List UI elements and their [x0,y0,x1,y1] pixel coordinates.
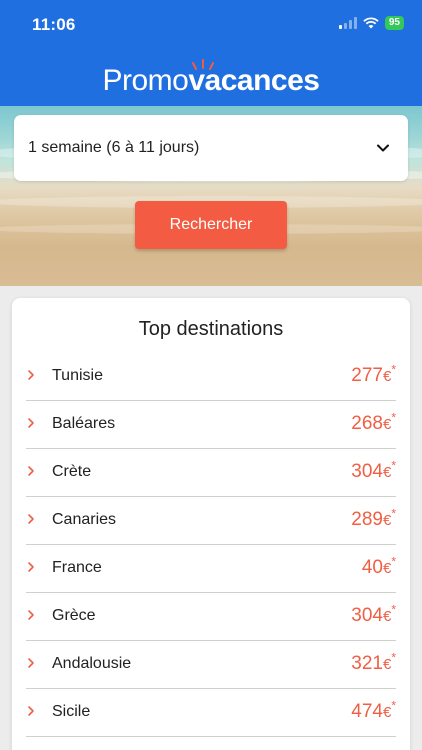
chevron-right-icon [28,706,34,716]
destination-name: Andalousie [52,655,132,672]
destination-name: Canaries [52,511,117,528]
price-amount: 304 [351,461,383,482]
price-asterisk: * [391,698,396,713]
price-amount: 277 [351,365,383,386]
destination-row[interactable]: Canaries 289€* [26,497,396,545]
price-amount: 474 [351,701,383,722]
wifi-icon [363,17,379,29]
destination-price: 474€* [351,698,396,723]
destination-row[interactable]: Grèce 304€* [26,593,396,641]
chevron-right-icon [28,370,34,380]
price-asterisk: * [391,650,396,665]
destination-price: 40€* [361,554,396,579]
price-asterisk: * [391,362,396,377]
price-asterisk: * [391,554,396,569]
cellular-signal-icon [338,17,357,29]
destination-row[interactable]: France 40€* [26,545,396,593]
chevron-right-icon [28,562,34,572]
price-asterisk: * [391,602,396,617]
destination-name: Grèce [52,607,96,624]
price-asterisk: * [391,506,396,521]
destination-name: Sicile [52,703,91,720]
logo-text-vacances: vacances [188,64,320,97]
destination-row[interactable]: Tunisie 277€* [26,353,396,401]
chevron-right-icon [28,514,34,524]
price-amount: 321 [351,653,383,674]
destination-name: Baléares [52,415,116,432]
status-icons: 95 [338,16,404,30]
price-asterisk: * [391,458,396,473]
destination-name: Crète [52,463,92,480]
duration-select-value: 1 semaine (6 à 11 jours) [28,139,200,156]
price-amount: 268 [351,413,383,434]
price-amount: 289 [351,509,383,530]
destination-name: Tunisie [52,367,103,384]
top-destinations-card: Top destinations Tunisie 277€* Baléares 268… [12,298,410,750]
destination-price: 277€* [351,362,396,387]
destination-row[interactable]: Sicile 474€* [26,689,396,737]
chevron-down-icon [377,144,389,152]
duration-select[interactable]: 1 semaine (6 à 11 jours) [14,115,408,181]
destination-list: Tunisie 277€* Baléares 268€* Crète 304€* Canar… [26,353,396,737]
search-button[interactable]: Rechercher [135,201,287,249]
price-amount: 304 [351,605,383,626]
chevron-right-icon [28,466,34,476]
price-amount: 40 [361,557,383,578]
destination-price: 289€* [351,506,396,531]
status-time: 11:06 [32,15,76,34]
destination-price: 304€* [351,458,396,483]
status-bar: 11:06 95 [0,0,422,50]
destination-price: 321€* [351,650,396,675]
destination-name: France [52,559,102,576]
destination-price: 268€* [351,410,396,435]
chevron-right-icon [28,610,34,620]
destination-row[interactable]: Baléares 268€* [26,401,396,449]
battery-icon: 95 [384,16,404,30]
promovacances-logo: Promovacances [0,64,422,98]
logo-text-promo: Promo [102,64,189,97]
destination-row[interactable]: Crète 304€* [26,449,396,497]
top-destinations-title: Top destinations [138,318,284,340]
app-header: 11:06 95 Promovacances [0,0,422,106]
price-asterisk: * [391,410,396,425]
chevron-right-icon [28,658,34,668]
destination-row[interactable]: Andalousie 321€* [26,641,396,689]
chevron-right-icon [28,418,34,428]
destination-price: 304€* [351,602,396,627]
